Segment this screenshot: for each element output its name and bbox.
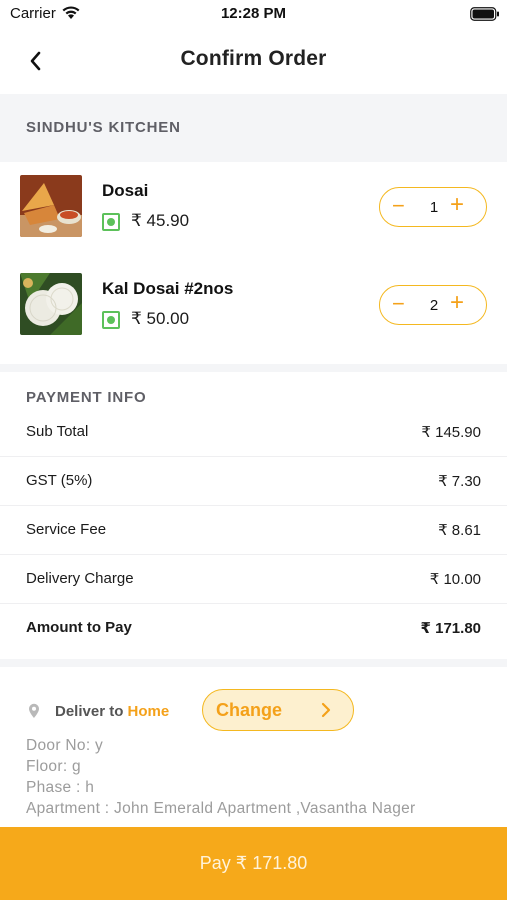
quantity-stepper: − 1 + [379, 187, 487, 227]
payment-label: Service Fee [26, 521, 107, 538]
restaurant-name: SINDHU'S KITCHEN [26, 119, 181, 136]
item-price: ₹ 45.90 [131, 211, 190, 230]
chevron-right-icon [321, 702, 331, 718]
payment-label: Amount to Pay [26, 619, 132, 636]
pay-button[interactable]: Pay ₹ 171.80 [0, 827, 507, 900]
increment-button[interactable]: + [450, 291, 464, 315]
cart-item: Dosai ₹ 45.90 − 1 + [0, 175, 507, 261]
increment-button[interactable]: + [450, 193, 464, 217]
cart-item: Kal Dosai #2nos ₹ 50.00 − 2 + [0, 273, 507, 359]
address-phase: Phase : h [26, 779, 95, 796]
clock: 12:28 PM [220, 5, 287, 22]
battery-icon [470, 7, 500, 26]
payment-value: ₹ 171.80 [420, 620, 481, 637]
veg-icon [102, 311, 120, 329]
section-divider [0, 364, 507, 372]
payment-row-service-fee: Service Fee ₹ 8.61 [0, 506, 507, 555]
item-name: Kal Dosai #2nos [102, 279, 234, 298]
veg-icon [102, 213, 120, 231]
payment-label: Delivery Charge [26, 570, 134, 587]
deliver-place: Home [127, 703, 170, 720]
quantity-value: 2 [429, 297, 439, 314]
page-title: Confirm Order [180, 47, 327, 70]
change-address-button[interactable]: Change [202, 689, 354, 731]
payment-label: Sub Total [26, 423, 89, 440]
deliver-to-label: Deliver to Home [55, 703, 169, 720]
payment-label: GST (5%) [26, 472, 93, 489]
address-door: Door No: y [26, 737, 104, 754]
quantity-value: 1 [429, 199, 439, 216]
pay-label: Pay ₹ 171.80 [199, 853, 308, 873]
item-image-dosai [20, 175, 82, 237]
deliver-prefix: Deliver to [55, 703, 124, 720]
payment-row-delivery: Delivery Charge ₹ 10.00 [0, 555, 507, 604]
item-image-kal-dosai [20, 273, 82, 335]
payment-row-gst: GST (5%) ₹ 7.30 [0, 457, 507, 506]
payment-row-total: Amount to Pay ₹ 171.80 [0, 604, 507, 653]
quantity-stepper: − 2 + [379, 285, 487, 325]
payment-value: ₹ 10.00 [429, 571, 481, 588]
payment-value: ₹ 7.30 [438, 473, 481, 490]
address-apartment: Apartment : John Emerald Apartment ,Vasa… [26, 800, 416, 817]
payment-value: ₹ 8.61 [438, 522, 481, 539]
section-divider [0, 659, 507, 667]
change-label: Change [216, 700, 283, 720]
location-pin-icon [28, 703, 40, 724]
status-bar: Carrier 12:28 PM [0, 0, 507, 30]
address-floor: Floor: g [26, 758, 81, 775]
restaurant-header: SINDHU'S KITCHEN [0, 94, 507, 162]
payment-heading: PAYMENT INFO [26, 389, 147, 406]
payment-row-subtotal: Sub Total ₹ 145.90 [0, 408, 507, 457]
item-name: Dosai [102, 181, 149, 200]
nav-bar: Confirm Order [0, 30, 507, 94]
payment-value: ₹ 145.90 [421, 424, 481, 441]
item-price: ₹ 50.00 [131, 309, 190, 328]
